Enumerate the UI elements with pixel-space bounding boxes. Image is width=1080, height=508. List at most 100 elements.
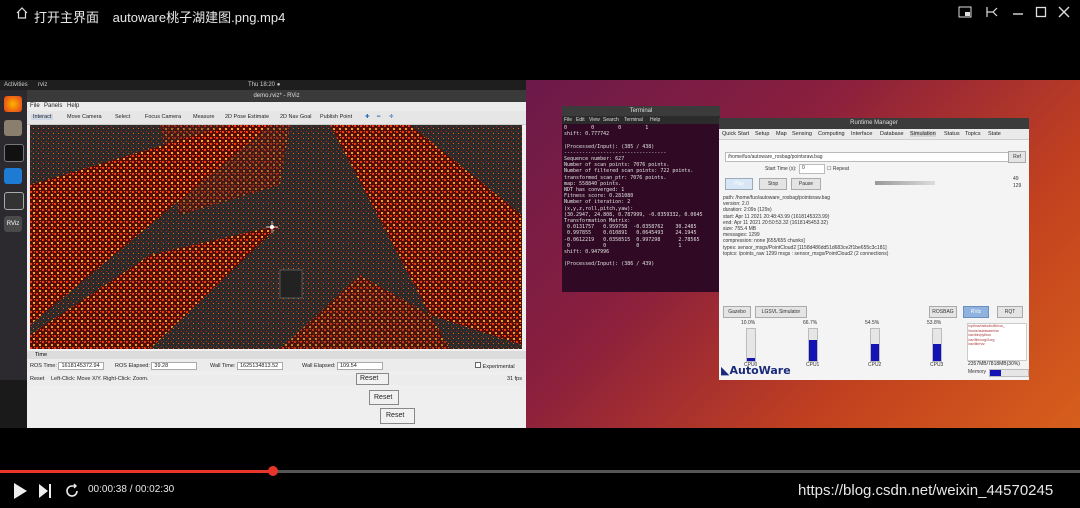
- terminal-window[interactable]: Terminal File Edit View Search Terminal …: [562, 106, 720, 292]
- lgsvl-simulator-button[interactable]: LGSVL Simulator: [755, 306, 807, 318]
- memory-bar: [989, 369, 1029, 377]
- process-list[interactable]: /opt/ros/melodic/lib/ros_/home/autoware/…: [967, 323, 1027, 361]
- play-icon[interactable]: [12, 482, 28, 505]
- firefox-icon[interactable]: [4, 96, 22, 112]
- tool-2d-nav-goal[interactable]: 2D Nav Goal: [280, 114, 312, 120]
- maximize-icon[interactable]: [1035, 6, 1047, 21]
- picture-in-picture-icon[interactable]: [958, 6, 972, 21]
- wall-elapsed-value[interactable]: 109.54: [336, 362, 383, 370]
- rviz-button[interactable]: RViz: [963, 306, 989, 318]
- total-time: 00:02:30: [135, 484, 175, 495]
- tool-properties-icon[interactable]: ✛: [389, 114, 394, 120]
- autoware-logo: ◣AutoWare: [721, 364, 791, 377]
- rviz-3d-viewport[interactable]: [30, 125, 522, 349]
- seek-bar-handle[interactable]: [268, 466, 279, 476]
- next-icon[interactable]: [38, 483, 52, 504]
- menu-panels[interactable]: Panels: [44, 103, 62, 109]
- tab-simulation[interactable]: Simulation: [910, 131, 936, 137]
- memory-bar-fill: [990, 370, 1002, 376]
- repeat-checkbox[interactable]: ☐ Repeat: [827, 166, 849, 172]
- tool-measure[interactable]: Measure: [193, 114, 214, 120]
- tab-status[interactable]: Status: [944, 131, 960, 137]
- tool-select[interactable]: Select: [115, 114, 130, 120]
- menu-file[interactable]: File: [30, 103, 40, 109]
- tool-focus-camera[interactable]: Focus Camera: [145, 114, 181, 120]
- ros-time-value[interactable]: 1618145372.94: [58, 362, 105, 370]
- clock-label[interactable]: Thu 18:20 ●: [248, 82, 280, 88]
- terminal-menu-help[interactable]: Help: [650, 117, 660, 123]
- experimental-checkbox[interactable]: Experimental: [475, 362, 515, 370]
- stop-button[interactable]: Stop: [759, 178, 787, 190]
- terminal-menu-bar: File Edit View Search Terminal Help: [562, 116, 720, 124]
- terminal-icon[interactable]: [4, 144, 24, 162]
- player-title[interactable]: 打开主界面 autoware桃子湖建图.png.mp4: [34, 7, 285, 26]
- activities-label[interactable]: Activities: [4, 82, 28, 88]
- tab-state[interactable]: State: [988, 131, 1001, 137]
- ref-button[interactable]: Ref: [1008, 151, 1026, 163]
- ros-elapsed-value[interactable]: 39.28: [151, 362, 198, 370]
- current-time: 00:00:38: [88, 484, 127, 495]
- player-title-bar: 打开主界面 autoware桃子湖建图.png.mp4: [0, 0, 1080, 30]
- vscode-icon[interactable]: [4, 168, 22, 184]
- home-icon[interactable]: [16, 7, 28, 22]
- tab-interface[interactable]: Interface: [851, 131, 872, 137]
- timecode: 00:00:38 / 00:02:30: [88, 484, 175, 495]
- tool-2d-pose-estimate[interactable]: 2D Pose Estimate: [225, 114, 269, 120]
- video-frame[interactable]: Activities rviz Thu 18:20 ● RViz demo.rv…: [0, 80, 1080, 428]
- cpu-percent-label: 10.0%: [741, 320, 756, 326]
- reset-button[interactable]: Reset: [380, 408, 415, 424]
- tab-map[interactable]: Map: [776, 131, 787, 137]
- rviz-icon[interactable]: RViz: [4, 216, 22, 232]
- menu-help[interactable]: Help: [67, 103, 79, 109]
- minimize-icon[interactable]: [1012, 6, 1024, 21]
- wall-time-label: Wall Time:: [210, 363, 236, 369]
- rviz-reset-button[interactable]: Reset: [30, 376, 44, 382]
- cpu-usage-panel: 10.0% CPU0 66.7% CPU1 54.5% CPU2 53.8% CPU3: [719, 320, 964, 370]
- play-button[interactable]: Play: [725, 178, 753, 190]
- watermark-url: https://blog.csdn.net/weixin_44570245: [798, 482, 1054, 499]
- bag-info: path: /home/fuo/autoware_rosbag/pointsra…: [723, 195, 1023, 257]
- terminal-menu-terminal[interactable]: Terminal: [624, 117, 643, 123]
- tool-interact[interactable]: Interact: [31, 114, 54, 120]
- system-monitor-icon[interactable]: [4, 192, 24, 210]
- terminal-menu-edit[interactable]: Edit: [576, 117, 585, 123]
- tab-database[interactable]: Database: [880, 131, 904, 137]
- tab-quick-start[interactable]: Quick Start: [722, 131, 749, 137]
- video-filename: autoware桃子湖建图.png.mp4: [112, 10, 286, 25]
- files-icon[interactable]: [4, 120, 22, 136]
- ros-elapsed-field: ROS Elapsed: 39.28: [115, 362, 198, 370]
- terminal-menu-file[interactable]: File: [564, 117, 572, 123]
- close-icon[interactable]: [1058, 6, 1070, 21]
- rosbag-button[interactable]: ROSBAG: [929, 306, 957, 318]
- tool-publish-point[interactable]: Publish Point: [320, 114, 352, 120]
- wall-time-value[interactable]: 1625134813.52: [237, 362, 283, 370]
- bag-progress-bar: [875, 181, 935, 185]
- rqt-button[interactable]: RQT: [997, 306, 1023, 318]
- gazebo-button[interactable]: Gazebo: [723, 306, 751, 318]
- tab-setup[interactable]: Setup: [755, 131, 769, 137]
- pin-icon[interactable]: [985, 6, 999, 21]
- reset-button[interactable]: Reset: [369, 390, 399, 405]
- cpu-bar: [746, 328, 756, 362]
- tab-topics[interactable]: Topics: [965, 131, 981, 137]
- tool-move-camera[interactable]: Move Camera: [67, 114, 102, 120]
- replay-icon[interactable]: [64, 483, 80, 504]
- remove-tool-icon[interactable]: ━: [377, 114, 380, 120]
- bag-path-input[interactable]: /home/fuo/autoware_rosbag/pointsraw.bag: [725, 152, 1009, 162]
- tab-computing[interactable]: Computing: [818, 131, 845, 137]
- cpu-bar-fill: [747, 357, 755, 361]
- memory-usage-text: 2357MB/7818MB(30%): [968, 361, 1020, 367]
- ros-elapsed-label: ROS Elapsed:: [115, 363, 150, 369]
- cpu-percent-label: 53.8%: [927, 320, 942, 326]
- start-time-label: Start Time (s):: [765, 166, 797, 172]
- pause-button[interactable]: Pause: [791, 178, 821, 190]
- terminal-menu-search[interactable]: Search: [603, 117, 619, 123]
- add-tool-icon[interactable]: ✚: [365, 114, 370, 120]
- tab-sensing[interactable]: Sensing: [792, 131, 812, 137]
- main-ui-link[interactable]: 打开主界面: [34, 10, 99, 25]
- terminal-menu-view[interactable]: View: [589, 117, 600, 123]
- wall-elapsed-label: Wall Elapsed:: [302, 363, 336, 369]
- reset-button[interactable]: Reset: [356, 373, 389, 385]
- start-time-input[interactable]: 0: [799, 164, 825, 174]
- ros-time-field: ROS Time: 1618145372.94: [30, 362, 105, 370]
